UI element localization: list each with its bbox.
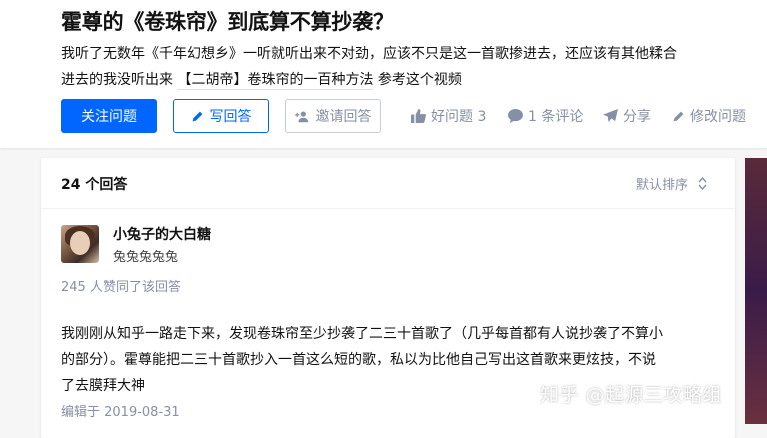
comment-button[interactable]: 1 条评论 bbox=[508, 99, 583, 133]
sort-label: 默认排序 bbox=[635, 178, 688, 193]
question-detail-line-1: 我听了无数年《千年幻想乡》一听就听出来不对劲，应该不只是这一首歌掺进去，还应该有… bbox=[61, 46, 677, 62]
author-name[interactable]: 小兔子的大白糖 bbox=[113, 224, 211, 244]
question-title[interactable]: 霍尊的《卷珠帘》到底算不算抄袭？ bbox=[61, 6, 394, 38]
follow-question-label: 关注问题 bbox=[81, 109, 137, 125]
question-detail-suffix: 参考这个视频 bbox=[377, 72, 462, 88]
invite-answer-label: 邀请回答 bbox=[315, 109, 372, 125]
author-bio: 兔兔兔兔兔 bbox=[113, 250, 179, 265]
edited-timestamp[interactable]: 编辑于 2019-08-31 bbox=[61, 401, 180, 420]
video-link[interactable]: 【二胡帝】卷珠帘的一百种方法 bbox=[177, 72, 374, 90]
write-answer-button[interactable]: 写回答 bbox=[173, 99, 269, 133]
answer-line-2: 的部分）。霍尊能把二三十首歌抄入一首这么短的歌，私以为比他自己写出这首歌来更炫技… bbox=[61, 352, 656, 368]
avatar[interactable] bbox=[61, 225, 99, 263]
good-question-button[interactable]: 好问题 3 bbox=[411, 99, 486, 133]
add-user-icon bbox=[294, 110, 310, 123]
answer-count: 24 个回答 bbox=[61, 177, 128, 193]
pencil-icon bbox=[672, 110, 685, 123]
edit-question-label: 修改问题 bbox=[690, 109, 746, 125]
sort-toggle[interactable]: 默认排序 bbox=[636, 174, 707, 193]
edit-question-button[interactable]: 修改问题 bbox=[672, 99, 746, 133]
question-detail-line-2: 进去的我没听出来 【二胡帝】卷珠帘的一百种方法 参考这个视频 bbox=[61, 67, 741, 93]
question-header: 霍尊的《卷珠帘》到底算不算抄袭？ 我听了无数年《千年幻想乡》一听就听出来不对劲，… bbox=[0, 0, 767, 148]
thumbs-up-icon bbox=[411, 109, 426, 123]
answers-header: 24 个回答 默认排序 bbox=[41, 158, 735, 209]
question-detail: 我听了无数年《千年幻想乡》一听就听出来不对劲，应该不只是这一首歌掺进去，还应该有… bbox=[61, 41, 741, 93]
vote-summary: 245 人赞同了该回答 bbox=[61, 280, 181, 295]
side-banner[interactable] bbox=[745, 158, 767, 424]
pencil-icon bbox=[191, 110, 204, 123]
avatar-face bbox=[70, 231, 90, 255]
question-detail-prefix: 进去的我没听出来 bbox=[61, 72, 173, 88]
write-answer-label: 写回答 bbox=[209, 109, 252, 125]
comment-bubble-icon bbox=[508, 109, 523, 123]
good-question-label: 好问题 3 bbox=[431, 109, 487, 125]
share-button[interactable]: 分享 bbox=[603, 99, 651, 133]
comment-label: 1 条评论 bbox=[528, 109, 584, 125]
sort-arrows-icon bbox=[698, 177, 707, 190]
paper-plane-icon bbox=[603, 109, 618, 123]
watermark: 知乎 @起源三攻略组 bbox=[540, 384, 723, 406]
share-label: 分享 bbox=[623, 109, 651, 125]
invite-answer-button[interactable]: 邀请回答 bbox=[285, 99, 381, 133]
follow-question-button[interactable]: 关注问题 bbox=[61, 99, 157, 133]
answer-line-1: 我刚刚从知乎一路走下来，发现卷珠帘至少抄袭了二三十首歌了（几乎每首都有人说抄袭了… bbox=[61, 326, 663, 342]
